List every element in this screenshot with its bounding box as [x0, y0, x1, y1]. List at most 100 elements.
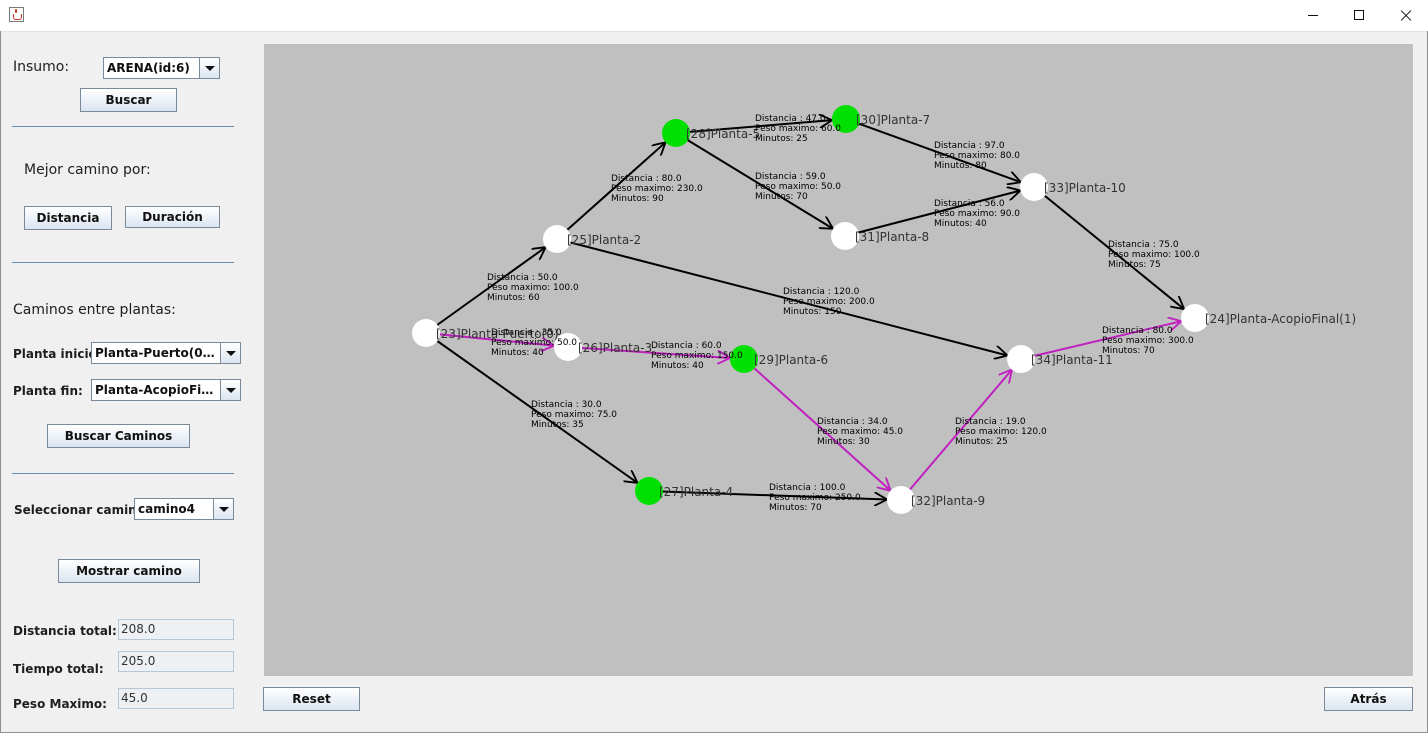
buscar-caminos-button[interactable]: Buscar Caminos — [47, 424, 190, 448]
planta-fin-label: Planta fin: — [13, 384, 83, 398]
close-icon[interactable] — [1382, 0, 1428, 31]
edge-label-line: Distancia : 80.0 — [611, 174, 682, 184]
distancia-total-label: Distancia total: — [13, 624, 117, 638]
edge-label-line: Peso maximo: 60.0 — [755, 124, 841, 134]
distancia-total-field: 208.0 — [118, 619, 234, 640]
planta-fin-combo[interactable]: Planta-AcopioFinal(... — [91, 379, 241, 401]
peso-maximo-field: 45.0 — [118, 688, 234, 709]
chevron-down-icon[interactable] — [220, 380, 240, 400]
camino-combo[interactable]: camino4 — [134, 498, 234, 520]
chevron-down-icon[interactable] — [213, 499, 233, 519]
edge-label-n25-n28: Distancia : 80.0Peso maximo: 230.0Minuto… — [611, 174, 703, 204]
peso-maximo-label: Peso Maximo: — [13, 697, 107, 711]
edge-label-n28-n31: Distancia : 59.0Peso maximo: 50.0Minutos… — [755, 172, 841, 202]
edge-label-n23-n25: Distancia : 50.0Peso maximo: 100.0Minuto… — [487, 273, 579, 303]
edge-label-line: Peso maximo: 45.0 — [817, 427, 903, 437]
edge-label-line: Minutos: 60 — [487, 293, 540, 303]
node-label: [26]Planta-3 — [578, 341, 652, 355]
edge-label-line: Distancia : 19.0 — [955, 417, 1026, 427]
buscar-button[interactable]: Buscar — [80, 88, 177, 112]
edge-label-line: Minutos: 30 — [817, 437, 870, 447]
edge-label-line: Distancia : 34.0 — [817, 417, 888, 427]
edge-label-line: Peso maximo: 230.0 — [611, 184, 703, 194]
edge-label-n25-n34: Distancia : 120.0Peso maximo: 200.0Minut… — [783, 287, 875, 317]
seleccionar-camino-label: Seleccionar camino: — [14, 503, 150, 517]
chevron-down-icon[interactable] — [199, 58, 219, 78]
edge-label-line: Peso maximo: 200.0 — [783, 297, 875, 307]
maximize-icon[interactable] — [1336, 0, 1382, 31]
edge-label-line: Distancia : 56.0 — [934, 199, 1005, 209]
graph-svg[interactable]: [23]Planta-Puerto(0)[25]Planta-2[26]Plan… — [264, 44, 1413, 676]
edge-label-n26-n29: Distancia : 60.0Peso maximo: 150.0Minuto… — [651, 341, 743, 371]
node-label: [33]Planta-10 — [1044, 181, 1126, 195]
insumo-selected: ARENA(id:6) — [107, 61, 190, 75]
edge-label-line: Minutos: 75 — [1108, 260, 1161, 270]
node-label: [29]Planta-6 — [754, 353, 828, 367]
edge-label-line: Distancia : 59.0 — [755, 172, 826, 182]
edge-label-line: Peso maximo: 120.0 — [955, 427, 1047, 437]
edge-label-line: Minutos: 70 — [1102, 346, 1155, 356]
edge-label-line: Minutos: 70 — [769, 503, 822, 513]
edge-label-line: Minutos: 40 — [651, 361, 704, 371]
edge-label-line: Distancia : 100.0 — [769, 483, 846, 493]
edge-label-line: Peso maximo: 100.0 — [487, 283, 579, 293]
edge-label-line: Peso maximo: 300.0 — [1102, 336, 1194, 346]
edge-label-line: Minutos: 25 — [755, 134, 808, 144]
edge-label-n34-n24: Distancia : 80.0Peso maximo: 300.0Minuto… — [1102, 326, 1194, 356]
node-label: [30]Planta-7 — [856, 113, 930, 127]
edge-label-line: Peso maximo: 150.0 — [651, 351, 743, 361]
edge-label-line: Distancia : 35.0 — [491, 328, 562, 338]
edge-label-line: Distancia : 47.0 — [755, 114, 826, 124]
camino-selected: camino4 — [138, 502, 195, 516]
node-label: [27]Planta-4 — [659, 485, 733, 499]
mostrar-camino-button[interactable]: Mostrar camino — [58, 559, 200, 583]
atras-button[interactable]: Atrás — [1324, 687, 1413, 711]
edge-label-n27-n32: Distancia : 100.0Peso maximo: 250.0Minut… — [769, 483, 861, 513]
graph-canvas[interactable]: [23]Planta-Puerto(0) [25]Planta-2 [26]Plan… — [264, 44, 1413, 676]
node-label: [31]Planta-8 — [855, 230, 929, 244]
edge-label-line: Distancia : 50.0 — [487, 273, 558, 283]
edge-label-line: Minutos: 150 — [783, 307, 842, 317]
edge-label-line: Distancia : 120.0 — [783, 287, 860, 297]
separator — [12, 262, 234, 263]
edge-label-n32-n34: Distancia : 19.0Peso maximo: 120.0Minuto… — [955, 417, 1047, 447]
edge-label-n28-n30: Distancia : 47.0Peso maximo: 60.0Minutos… — [755, 114, 841, 144]
tiempo-total-field: 205.0 — [118, 651, 234, 672]
node-label: [34]Planta-11 — [1031, 353, 1113, 367]
duracion-button[interactable]: Duración — [125, 206, 220, 228]
edge-label-line: Minutos: 25 — [955, 437, 1008, 447]
separator — [12, 473, 234, 474]
reset-button[interactable]: Reset — [263, 687, 360, 711]
insumo-combo[interactable]: ARENA(id:6) — [103, 57, 220, 79]
title-bar — [0, 0, 1428, 32]
edge-label-line: Minutos: 70 — [755, 192, 808, 202]
edge-label-line: Minutos: 35 — [531, 420, 584, 430]
node-label: [25]Planta-2 — [567, 233, 641, 247]
edge-label-line: Peso maximo: 100.0 — [1108, 250, 1200, 260]
edge-label-line: Peso maximo: 75.0 — [531, 410, 617, 420]
edge-label-line: Peso maximo: 50.0 — [755, 182, 841, 192]
planta-fin-selected: Planta-AcopioFinal(... — [95, 383, 219, 397]
distancia-button[interactable]: Distancia — [24, 206, 112, 230]
edge-label-line: Minutos: 80 — [934, 161, 987, 171]
edge-label-line: Peso maximo: 90.0 — [934, 209, 1020, 219]
edge-label-line: Distancia : 80.0 — [1102, 326, 1173, 336]
edge-label-n23-n27: Distancia : 30.0Peso maximo: 75.0Minutos… — [531, 400, 617, 430]
edge-label-line: Peso maximo: 50.0 — [491, 338, 577, 348]
planta-inicio-combo[interactable]: Planta-Puerto(0)(id:... — [91, 342, 241, 364]
minimize-icon[interactable] — [1290, 0, 1336, 31]
node-label: [32]Planta-9 — [911, 494, 985, 508]
chevron-down-icon[interactable] — [220, 343, 240, 363]
node-label: [24]Planta-AcopioFinal(1) — [1205, 312, 1356, 326]
edge-label-line: Minutos: 40 — [934, 219, 987, 229]
java-cup-icon — [9, 7, 24, 22]
node-label: [28]Planta-5 — [686, 127, 760, 141]
separator — [12, 126, 234, 127]
edge-label-n33-n24: Distancia : 75.0Peso maximo: 100.0Minuto… — [1108, 240, 1200, 270]
tiempo-total-label: Tiempo total: — [13, 662, 104, 676]
edge-label-line: Distancia : 97.0 — [934, 141, 1005, 151]
planta-inicio-label: Planta inicio: — [13, 347, 102, 361]
edge-label-line: Minutos: 90 — [611, 194, 664, 204]
edge-label-line: Peso maximo: 80.0 — [934, 151, 1020, 161]
mejor-camino-label: Mejor camino por: — [24, 162, 151, 178]
